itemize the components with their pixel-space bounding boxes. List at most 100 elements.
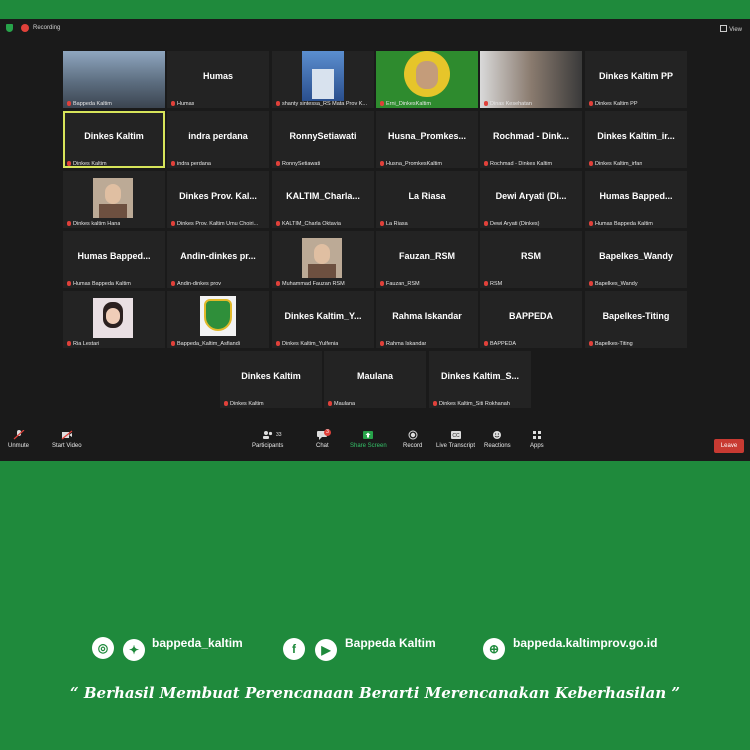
participant-tile[interactable]: Bapelkes_Wandy Bapelkes_Wandy [585, 231, 687, 288]
muted-mic-icon [171, 341, 175, 346]
muted-mic-icon [484, 341, 488, 346]
participant-tile[interactable]: Ria Lestari [63, 291, 165, 348]
muted-mic-icon [171, 281, 175, 286]
muted-mic-icon [433, 401, 437, 406]
participant-name-label: shanty sintessa_RS Mata Prov K... [276, 101, 367, 107]
muted-mic-icon [276, 221, 280, 226]
participant-name-label: Dinkes Kaltim [67, 161, 107, 167]
participant-tile[interactable]: Bapelkes-Titing Bapelkes-Titing [585, 291, 687, 348]
participant-display-name: Dinkes Kaltim_S... [440, 371, 520, 381]
participant-tile[interactable]: KALTIM_Charla... KALTIM_Charla Oktavia [272, 171, 374, 228]
participant-tile[interactable]: Fauzan_RSM Fauzan_RSM [376, 231, 478, 288]
participant-label-text: Dinkes kaltim Hana [73, 221, 121, 227]
globe-icon[interactable]: ⊕ [483, 638, 505, 660]
participant-label-text: Fauzan_RSM [386, 281, 420, 287]
participant-name-label: Bappeda Kaltim [67, 101, 112, 107]
participant-tile[interactable]: Dinkes Kaltim Dinkes Kaltim [63, 111, 165, 168]
participant-tile[interactable]: Rahma Iskandar Rahma Iskandar [376, 291, 478, 348]
participant-tile[interactable]: BAPPEDA BAPPEDA [480, 291, 582, 348]
participant-label-text: RonnySetiawati [282, 161, 321, 167]
participant-name-label: Dinkes Kaltim [224, 401, 264, 407]
participant-display-name: Dinkes Kaltim [84, 131, 144, 141]
participant-label-text: Humas [177, 101, 195, 107]
muted-mic-icon [380, 341, 384, 346]
twitter-icon[interactable]: ✦ [123, 639, 145, 661]
participant-name-label: Rochmad - Dinkes Kaltim [484, 161, 552, 167]
participant-display-name: Husna_Promkes... [387, 131, 467, 141]
participant-tile[interactable]: Dinkes Prov. Kal... Dinkes Prov. Kaltim U… [167, 171, 269, 228]
participant-label-text: indra perdana [177, 161, 211, 167]
participant-tile[interactable]: Bappeda Kaltim [63, 51, 165, 108]
youtube-icon[interactable]: ▶ [315, 639, 337, 661]
participant-tile[interactable]: Dinkes Kaltim Dinkes Kaltim [220, 351, 322, 408]
participant-tile[interactable]: Humas Bapped... Humas Bappeda Kaltim [63, 231, 165, 288]
participant-tile[interactable]: Dinkes Kaltim PP Dinkes Kaltim PP [585, 51, 687, 108]
participants-count: 33 [276, 432, 282, 438]
participant-tile[interactable]: Dinkes Kaltim_Y... Dinkes Kaltim_Yulfenia [272, 291, 374, 348]
participant-tile[interactable]: Humas Bapped... Humas Bappeda Kaltim [585, 171, 687, 228]
video-off-icon [61, 430, 73, 440]
social-handle-facebook-youtube[interactable]: Bappeda Kaltim [345, 636, 436, 650]
motto-text: “ Berhasil Membuat Perencanaan Berarti M… [70, 684, 680, 702]
participant-tile[interactable]: Muhammad Fauzan RSM [272, 231, 374, 288]
participant-name-label: Humas [171, 101, 194, 107]
muted-mic-icon [171, 161, 175, 166]
muted-mic-icon [224, 401, 228, 406]
participant-display-name: indra perdana [188, 131, 248, 141]
participant-tile[interactable]: RonnySetiawati RonnySetiawati [272, 111, 374, 168]
participant-tile[interactable]: Humas Humas [167, 51, 269, 108]
muted-mic-icon [589, 161, 593, 166]
participant-tile[interactable]: indra perdana indra perdana [167, 111, 269, 168]
view-button[interactable]: View [720, 25, 742, 33]
participant-tile[interactable]: Dinas Kesehatan [480, 51, 582, 108]
participant-name-label: Ria Lestari [67, 341, 99, 347]
muted-mic-icon [171, 221, 175, 226]
facebook-icon[interactable]: f [283, 638, 305, 660]
participant-name-label: KALTIM_Charla Oktavia [276, 221, 341, 227]
participant-video [63, 51, 165, 108]
participant-name-label: Fauzan_RSM [380, 281, 420, 287]
participant-display-name: Fauzan_RSM [398, 251, 455, 261]
participant-label-text: Rahma Iskandar [386, 341, 427, 347]
participant-tile[interactable]: Andin-dinkes pr... Andin-dinkes prov [167, 231, 269, 288]
participant-name-label: Andin-dinkes prov [171, 281, 221, 287]
participant-tile[interactable]: shanty sintessa_RS Mata Prov K... [272, 51, 374, 108]
participant-tile[interactable]: Erni_DinkesKaltim [376, 51, 478, 108]
participant-tile[interactable]: Dinkes kaltim Hana [63, 171, 165, 228]
muted-mic-icon [171, 101, 175, 106]
social-handle-instagram-twitter[interactable]: bappeda_kaltim [152, 636, 243, 650]
participant-display-name: Dinkes Kaltim_Y... [284, 311, 362, 321]
participant-tile[interactable]: Dinkes Kaltim_ir... Dinkes Kaltim_irfan [585, 111, 687, 168]
participant-label-text: Bapelkes_Wandy [595, 281, 638, 287]
muted-mic-icon [276, 161, 280, 166]
participant-name-label: Dinkes Kaltim_Siti Rokhanah [433, 401, 510, 407]
instagram-icon[interactable]: ◎ [92, 637, 114, 659]
participant-tile[interactable]: Dinkes Kaltim_S... Dinkes Kaltim_Siti Rok… [429, 351, 531, 408]
participant-label-text: Bapelkes-Titing [595, 341, 633, 347]
participant-tile[interactable]: Bappeda_Kaltim_Asfiandi [167, 291, 269, 348]
participant-tile[interactable]: RSM RSM [480, 231, 582, 288]
participant-name-label: Dinkes Kaltim_irfan [589, 161, 642, 167]
participant-tile[interactable]: Rochmad - Dink... Rochmad - Dinkes Kaltim [480, 111, 582, 168]
footer-banner: ◎ ✦ f ▶ ⊕ [0, 442, 750, 750]
participant-label-text: shanty sintessa_RS Mata Prov K... [282, 101, 367, 107]
participant-name-label: Humas Bappeda Kaltim [589, 221, 653, 227]
participant-name-label: Dinkes Kaltim PP [589, 101, 638, 107]
participant-display-name: Dinkes Kaltim [241, 371, 301, 381]
participant-video [93, 298, 133, 338]
participant-label-text: Dinkes Kaltim_Siti Rokhanah [439, 401, 510, 407]
participant-tile[interactable]: Maulana Maulana [324, 351, 426, 408]
participant-tile[interactable]: La Riasa La Riasa [376, 171, 478, 228]
participant-display-name: La Riasa [408, 191, 446, 201]
website-link[interactable]: bappeda.kaltimprov.go.id [513, 636, 657, 650]
svg-text:CC: CC [452, 433, 460, 439]
grid-view-icon [720, 25, 728, 32]
participant-name-label: Dewi Aryati (Dinkes) [484, 221, 540, 227]
shield-icon[interactable] [6, 24, 13, 32]
view-label: View [729, 27, 742, 33]
participant-tile[interactable]: Husna_Promkes... Husna_PromkesKaltim [376, 111, 478, 168]
participant-label-text: Humas Bappeda Kaltim [73, 281, 131, 287]
participant-tile[interactable]: Dewi Aryati (Di... Dewi Aryati (Dinkes) [480, 171, 582, 228]
participant-name-label: Bappeda_Kaltim_Asfiandi [171, 341, 240, 347]
muted-mic-icon [328, 401, 332, 406]
